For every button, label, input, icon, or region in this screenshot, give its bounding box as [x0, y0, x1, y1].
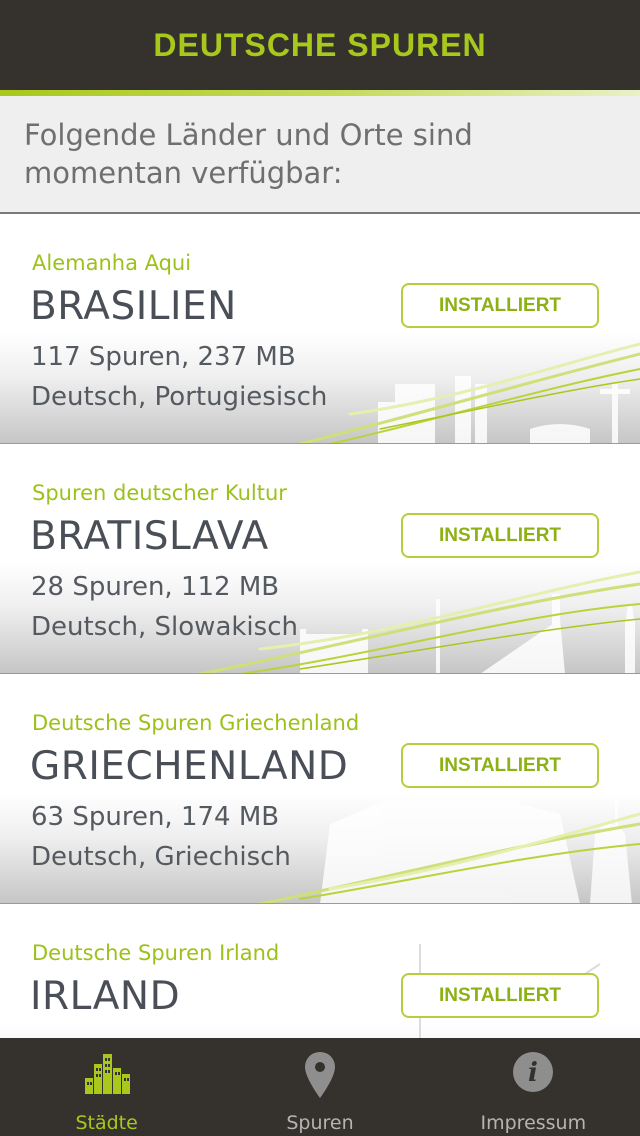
place-subtitle: Spuren deutscher Kultur	[32, 481, 287, 505]
place-name: GRIECHENLAND	[30, 744, 349, 789]
intro-text: Folgende Länder und Orte sind momentan v…	[24, 118, 473, 190]
tab-impressum[interactable]: i Impressum	[427, 1038, 640, 1136]
tab-spuren[interactable]: Spuren	[213, 1038, 426, 1136]
place-languages: Deutsch, Portugiesisch	[31, 382, 328, 412]
place-stats: 63 Spuren, 174 MB	[31, 802, 280, 832]
place-card-brasilien[interactable]: Alemanha Aqui BRASILIEN 117 Spuren, 237 …	[0, 214, 640, 444]
svg-text:i: i	[528, 1058, 538, 1088]
place-card-irland[interactable]: Deutsche Spuren Irland IRLAND INSTALLIER…	[0, 904, 640, 1038]
app-header: DEUTSCHE SPUREN	[0, 0, 640, 90]
place-languages: Deutsch, Griechisch	[31, 842, 291, 872]
tab-bar: Städte Spuren i Impressum	[0, 1038, 640, 1136]
tab-label: Spuren	[286, 1112, 354, 1134]
place-subtitle: Alemanha Aqui	[32, 251, 192, 275]
place-name: BRASILIEN	[30, 284, 237, 329]
tab-staedte[interactable]: Städte	[0, 1038, 213, 1136]
map-pin-icon	[303, 1050, 337, 1104]
place-stats: 28 Spuren, 112 MB	[31, 572, 280, 602]
place-name: BRATISLAVA	[30, 514, 269, 559]
tab-label: Städte	[75, 1112, 138, 1134]
place-subtitle: Deutsche Spuren Griechenland	[32, 711, 360, 735]
info-icon: i	[511, 1050, 555, 1098]
place-languages: Deutsch, Slowakisch	[31, 612, 298, 642]
intro-panel: Folgende Länder und Orte sind momentan v…	[0, 96, 640, 214]
install-button[interactable]: INSTALLIERT	[401, 743, 599, 788]
city-icon	[83, 1050, 131, 1098]
tab-label: Impressum	[480, 1112, 587, 1134]
place-subtitle: Deutsche Spuren Irland	[32, 941, 280, 965]
place-stats: 117 Spuren, 237 MB	[31, 342, 296, 372]
place-card-bratislava[interactable]: Spuren deutscher Kultur BRATISLAVA 28 Sp…	[0, 444, 640, 674]
app-title: DEUTSCHE SPUREN	[153, 26, 487, 63]
install-button[interactable]: INSTALLIERT	[401, 513, 599, 558]
install-button[interactable]: INSTALLIERT	[401, 973, 599, 1018]
place-name: IRLAND	[30, 974, 181, 1019]
place-list[interactable]: Alemanha Aqui BRASILIEN 117 Spuren, 237 …	[0, 214, 640, 1038]
place-card-griechenland[interactable]: Deutsche Spuren Griechenland GRIECHENLAN…	[0, 674, 640, 904]
install-button[interactable]: INSTALLIERT	[401, 283, 599, 328]
